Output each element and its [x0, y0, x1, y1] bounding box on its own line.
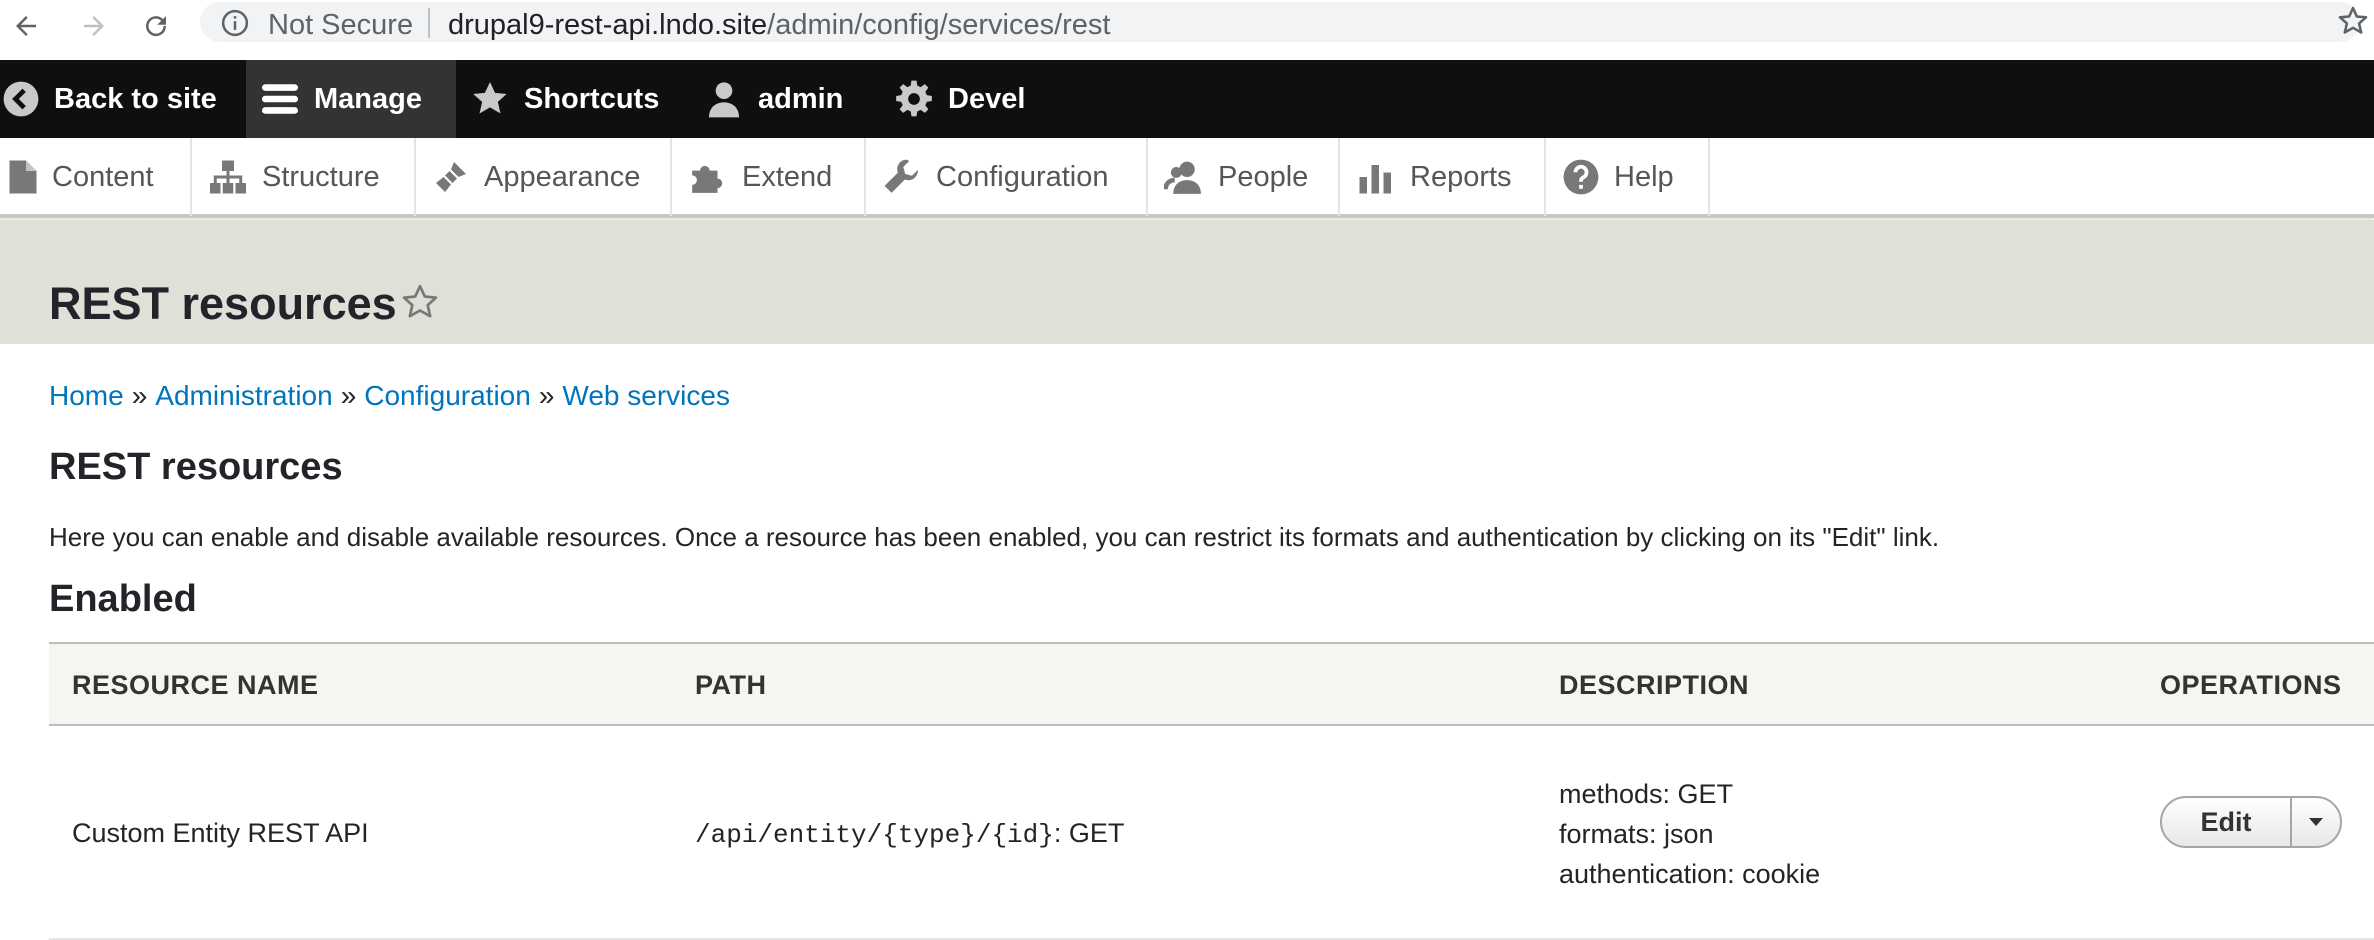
operations-dropbutton: Edit [2160, 796, 2342, 848]
tray-item-content[interactable]: Content [0, 138, 192, 216]
toolbar-label: Shortcuts [524, 82, 660, 115]
edit-button[interactable]: Edit [2162, 798, 2292, 846]
url-host: drupal9-rest-api.lndo.site [448, 9, 768, 41]
tray-item-label: Structure [262, 160, 380, 193]
column-header-description: DESCRIPTION [1559, 670, 1750, 700]
breadcrumb-separator: » [131, 380, 148, 411]
info-icon[interactable] [220, 8, 250, 43]
toolbar-label: Manage [314, 82, 422, 115]
section-title: REST resources [49, 446, 343, 488]
browser-bar: Not Secure drupal9-rest-api.lndo.site/ad… [0, 0, 2374, 60]
tray-item-label: Help [1614, 160, 1674, 193]
tray-item-appearance[interactable]: Appearance [416, 138, 672, 216]
tray-item-label: People [1218, 160, 1309, 193]
omnibox-divider [428, 8, 430, 38]
tray-item-help[interactable]: Help [1546, 138, 1710, 216]
tray-item-label: Extend [742, 160, 833, 193]
bookmark-star-icon[interactable] [2336, 4, 2370, 43]
page-title: REST resources [49, 278, 397, 329]
chevron-left-circle-icon [2, 80, 40, 118]
file-icon [8, 159, 38, 195]
admin-toolbar: Back to site Manage Shortcuts admin Deve… [0, 60, 2374, 138]
breadcrumb-separator: » [340, 380, 357, 411]
toolbar-label: Devel [948, 82, 1026, 115]
add-shortcut-star-icon[interactable] [400, 282, 440, 327]
sitemap-icon [208, 159, 248, 195]
breadcrumb-separator: » [538, 380, 555, 411]
bar-chart-icon [1356, 159, 1396, 195]
tray-item-structure[interactable]: Structure [192, 138, 416, 216]
toolbar-admin-user[interactable]: admin [704, 60, 843, 138]
column-header-resource-name: RESOURCE NAME [72, 670, 319, 700]
column-header-operations: OPERATIONS [2160, 670, 2342, 700]
reload-icon[interactable] [136, 6, 176, 46]
wrench-icon [882, 158, 922, 196]
table-header: RESOURCE NAME PATH DESCRIPTION OPERATION… [49, 642, 2374, 726]
description-methods: methods: GET [1559, 779, 1734, 809]
star-icon [470, 79, 510, 119]
intro-text: Here you can enable and disable availabl… [49, 522, 1940, 552]
dropbutton-toggle[interactable] [2292, 798, 2340, 846]
admin-tray: Content Structure Appearance Extend Conf… [0, 138, 2374, 218]
toolbar-devel[interactable]: Devel [894, 60, 1025, 138]
tray-item-configuration[interactable]: Configuration [866, 138, 1148, 216]
people-icon [1164, 158, 1204, 196]
tray-item-label: Reports [1410, 160, 1512, 193]
resource-path-code: /api/entity/{type}/{id} [695, 820, 1054, 850]
paintbrush-icon [432, 159, 470, 195]
toolbar-shortcuts[interactable]: Shortcuts [470, 60, 659, 138]
url-path: /admin/config/services/rest [767, 9, 1111, 41]
toolbar-back-to-site[interactable]: Back to site [2, 60, 239, 138]
address-bar[interactable]: Not Secure drupal9-rest-api.lndo.site/ad… [200, 2, 2360, 42]
back-arrow-icon[interactable] [6, 6, 46, 46]
resource-name: Custom Entity REST API [72, 818, 369, 848]
description-authentication: authentication: cookie [1559, 859, 1821, 889]
table-row: Custom Entity REST API /api/entity/{type… [49, 726, 2374, 940]
description-formats: formats: json [1559, 819, 1714, 849]
breadcrumb-configuration[interactable]: Configuration [364, 380, 531, 411]
breadcrumb-home[interactable]: Home [49, 380, 124, 411]
gear-icon [894, 79, 934, 119]
tray-item-label: Appearance [484, 160, 641, 193]
tray-item-label: Configuration [936, 160, 1109, 193]
menu-icon [260, 81, 300, 117]
url-text: drupal9-rest-api.lndo.site/admin/config/… [448, 9, 1110, 42]
enabled-heading: Enabled [49, 578, 197, 620]
user-icon [704, 79, 744, 119]
chevron-down-icon [2309, 818, 2323, 826]
help-icon [1562, 158, 1600, 196]
tray-item-reports[interactable]: Reports [1340, 138, 1546, 216]
tray-item-extend[interactable]: Extend [672, 138, 866, 216]
column-header-path: PATH [695, 670, 767, 700]
breadcrumb: Home» Administration» Configuration» Web se… [49, 380, 730, 412]
toolbar-manage[interactable]: Manage [246, 60, 456, 138]
tray-item-people[interactable]: People [1148, 138, 1340, 216]
resource-path-method: : GET [1053, 818, 1125, 848]
toolbar-label: Back to site [54, 82, 217, 115]
resource-path: /api/entity/{type}/{id}: GET [695, 818, 1124, 850]
resource-description: methods: GET formats: json authenticatio… [1559, 774, 1820, 894]
breadcrumb-web-services[interactable]: Web services [562, 380, 730, 411]
security-label: Not Secure [268, 9, 414, 41]
breadcrumb-administration[interactable]: Administration [155, 380, 332, 411]
toolbar-label: admin [758, 82, 844, 115]
forward-arrow-icon[interactable] [74, 6, 114, 46]
tray-item-label: Content [52, 160, 154, 193]
puzzle-icon [688, 158, 728, 196]
